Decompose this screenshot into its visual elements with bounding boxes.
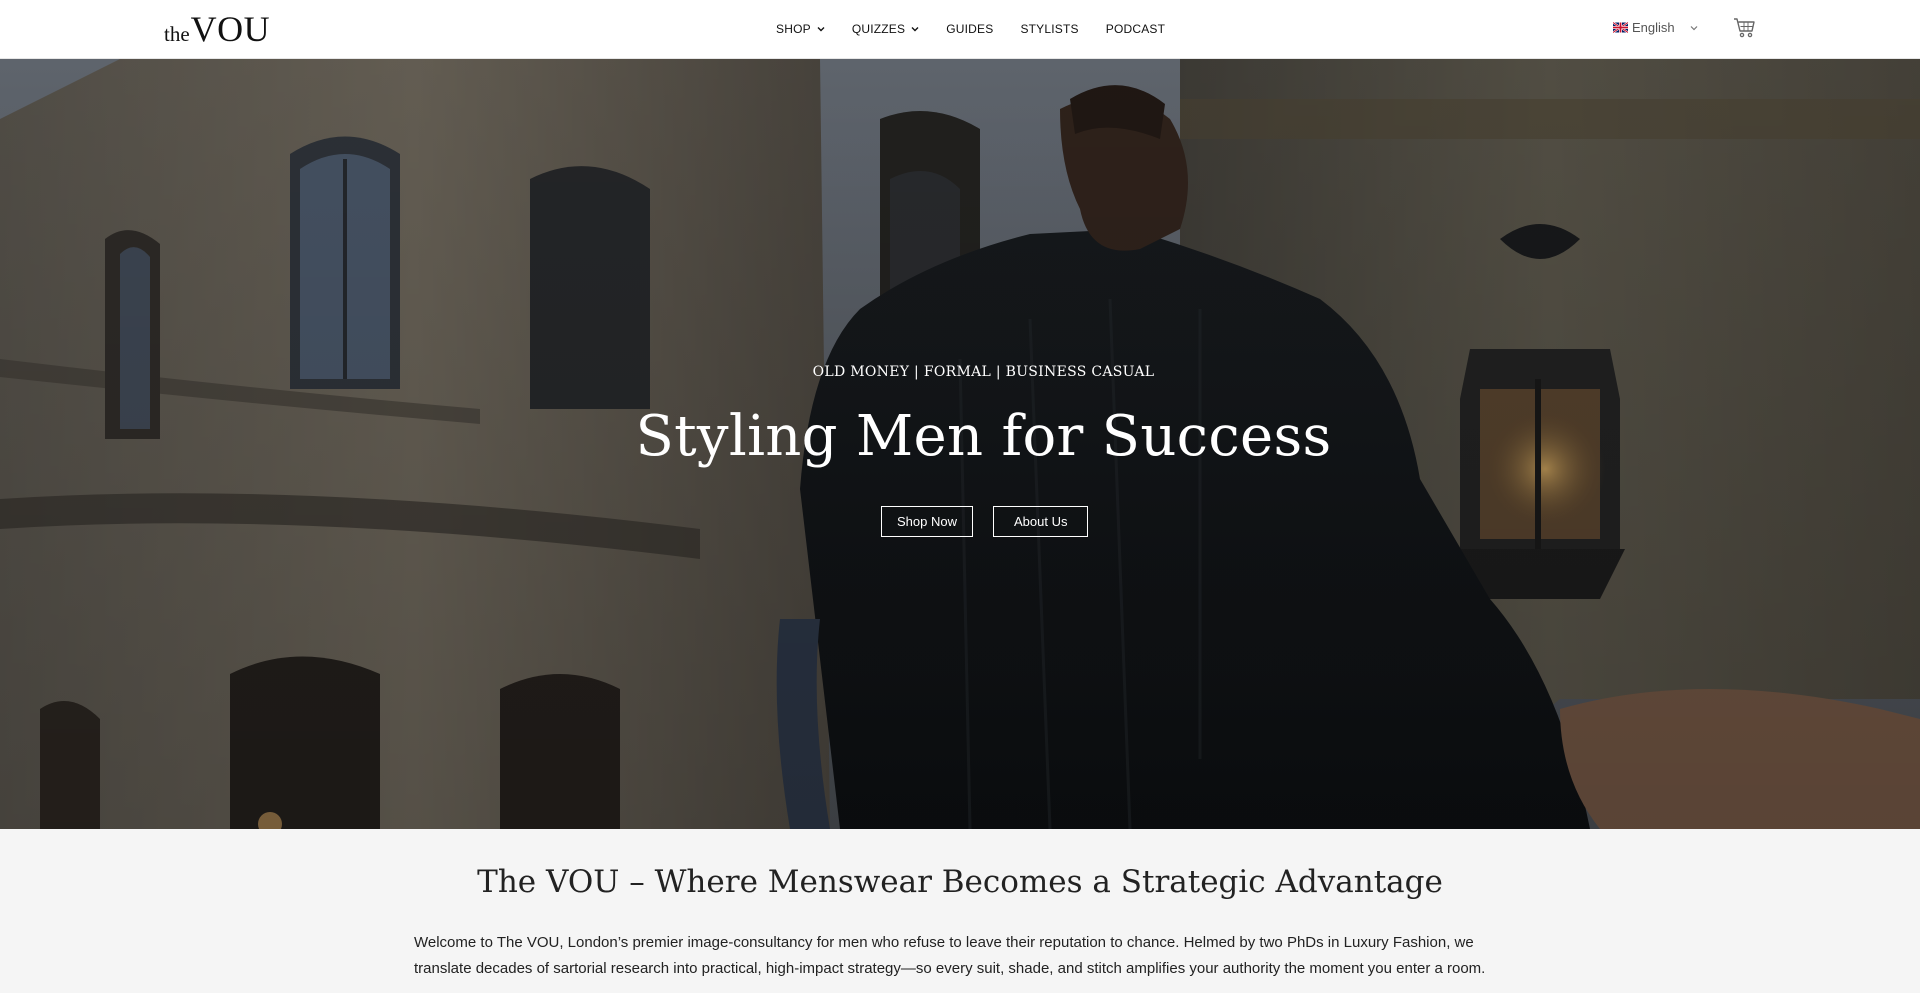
cart-icon[interactable] bbox=[1733, 17, 1757, 39]
intro-title: The VOU – Where Menswear Becomes a Strat… bbox=[477, 864, 1443, 900]
site-header: the VOU SHOP QUIZZES GUIDES STYLISTS POD… bbox=[0, 0, 1920, 59]
main-nav: SHOP QUIZZES GUIDES STYLISTS PODCAST bbox=[776, 0, 1192, 58]
chevron-down-icon bbox=[911, 27, 919, 32]
nav-stylists[interactable]: STYLISTS bbox=[1020, 22, 1078, 36]
language-label: English bbox=[1632, 20, 1675, 35]
logo-big-text: VOU bbox=[190, 9, 271, 49]
intro-section: The VOU – Where Menswear Becomes a Strat… bbox=[0, 829, 1920, 993]
hero-section: OLD MONEY | FORMAL | BUSINESS CASUAL Sty… bbox=[0, 59, 1920, 829]
nav-shop-label: SHOP bbox=[776, 22, 811, 36]
nav-guides[interactable]: GUIDES bbox=[946, 22, 993, 36]
hero-title: Styling Men for Success bbox=[635, 404, 1332, 469]
chevron-down-icon bbox=[817, 27, 825, 32]
nav-quizzes-label: QUIZZES bbox=[851, 22, 906, 36]
hero-buttons: Shop Now About Us bbox=[881, 506, 1089, 537]
language-selector[interactable]: English bbox=[1613, 20, 1698, 35]
site-logo[interactable]: the VOU bbox=[164, 10, 270, 48]
chevron-down-icon bbox=[1690, 25, 1698, 30]
logo-small-text: the bbox=[164, 22, 190, 46]
nav-stylists-label: STYLISTS bbox=[1020, 22, 1079, 36]
nav-podcast[interactable]: PODCAST bbox=[1106, 22, 1165, 36]
intro-text: Welcome to The VOU, London’s premier ima… bbox=[414, 934, 1486, 977]
uk-flag-icon bbox=[1613, 22, 1628, 33]
hero-eyebrow: OLD MONEY | FORMAL | BUSINESS CASUAL bbox=[812, 364, 1155, 380]
about-us-button[interactable]: About Us bbox=[992, 506, 1089, 537]
nav-shop[interactable]: SHOP bbox=[776, 22, 825, 36]
nav-quizzes[interactable]: QUIZZES bbox=[852, 22, 919, 36]
hero-content: OLD MONEY | FORMAL | BUSINESS CASUAL Sty… bbox=[0, 59, 1920, 829]
nav-podcast-label: PODCAST bbox=[1105, 22, 1166, 36]
nav-guides-label: GUIDES bbox=[946, 22, 994, 36]
shop-now-button[interactable]: Shop Now bbox=[881, 506, 973, 537]
